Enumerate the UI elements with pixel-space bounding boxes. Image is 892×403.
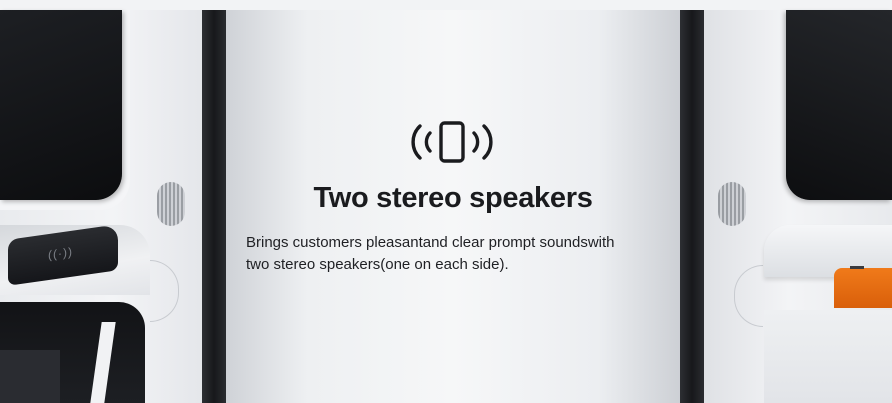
left-speaker-grille xyxy=(157,182,185,226)
feature-title: Two stereo speakers xyxy=(313,182,593,214)
feature-description-line-1: Brings customers pleasantand clear promp… xyxy=(246,234,615,251)
right-kiosk-screen xyxy=(786,10,892,200)
speaker-feature-banner: ((·)) Two stereo speakers Brings custome… xyxy=(0,0,892,403)
left-divider xyxy=(202,10,226,403)
vibrating-phone-speaker-icon xyxy=(411,121,493,163)
left-kiosk-side-curve xyxy=(150,260,179,322)
left-kiosk-lower-panel xyxy=(0,350,60,403)
right-kiosk-base xyxy=(764,310,892,403)
feature-description-line-2: two stereo speakers(one on each side). xyxy=(246,256,509,273)
left-kiosk-screen xyxy=(0,10,122,200)
right-kiosk-image xyxy=(704,10,892,403)
right-kiosk-side-curve xyxy=(734,265,763,327)
feature-panel: Two stereo speakers Brings customers ple… xyxy=(226,10,680,403)
printer-slot xyxy=(850,266,864,269)
left-kiosk-image: ((·)) xyxy=(0,10,205,403)
receipt-printer xyxy=(834,268,892,308)
contactless-icon: ((·)) xyxy=(48,244,73,263)
right-divider xyxy=(680,10,704,403)
right-speaker-grille xyxy=(718,182,746,226)
top-strip xyxy=(0,0,892,10)
feature-description: Brings customers pleasantand clear promp… xyxy=(246,232,676,276)
